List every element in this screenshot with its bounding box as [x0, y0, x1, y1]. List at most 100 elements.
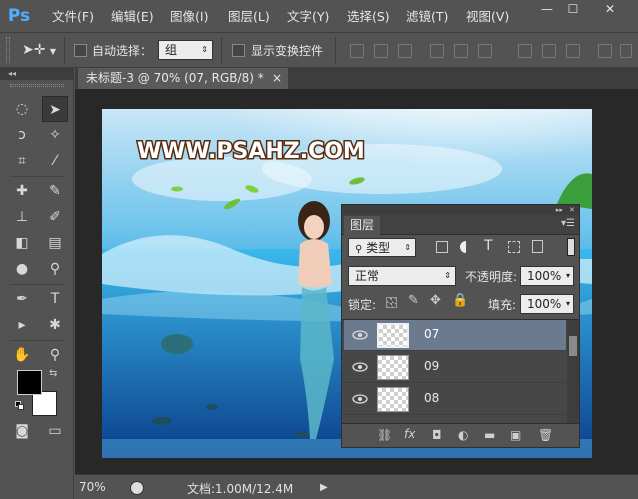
gradient-tool-icon[interactable]: ▤ [42, 230, 68, 256]
layer-name[interactable]: 09 [424, 359, 439, 373]
lock-all-icon[interactable]: 🔒 [452, 293, 468, 308]
close-tab-icon[interactable]: × [272, 68, 282, 89]
new-layer-icon[interactable]: ▣ [510, 428, 521, 442]
brush-tool-icon[interactable]: ✎ [42, 178, 68, 204]
close-button[interactable]: ✕ [588, 1, 632, 18]
status-menu-arrow-icon[interactable]: ▶ [320, 479, 334, 496]
collapse-panel-icon[interactable]: ▸▸ [556, 206, 563, 214]
layer-row[interactable]: 08 [344, 384, 566, 415]
blur-tool-icon[interactable]: ● [9, 256, 35, 282]
auto-select-dropdown[interactable]: 组 ⇕ [158, 40, 213, 60]
status-bar: 70% 文档:1.00M/12.4M ▶ [75, 474, 638, 499]
dodge-tool-icon[interactable]: ⚲ [42, 256, 68, 282]
align-vcenter-icon[interactable] [374, 44, 388, 58]
custom-shape-tool-icon[interactable]: ✱ [42, 312, 68, 338]
layer-name[interactable]: 08 [424, 391, 439, 405]
adjustment-filter-icon[interactable] [460, 241, 472, 253]
photoshop-logo: Ps [7, 6, 31, 26]
show-transform-checkbox[interactable] [232, 44, 245, 57]
layer-list-scrollbar[interactable] [567, 320, 579, 423]
type-tool-icon[interactable]: T [42, 286, 68, 312]
align-top-icon[interactable] [350, 44, 364, 58]
smart-object-filter-icon[interactable] [532, 240, 543, 253]
panel-menu-icon[interactable]: ▾☰ [561, 218, 575, 229]
marquee-tool-icon[interactable]: ◌ [9, 96, 35, 122]
default-colors-icon[interactable] [15, 401, 25, 411]
foreground-color-swatch[interactable] [17, 370, 42, 395]
shape-filter-icon[interactable] [508, 241, 520, 253]
scrollbar-thumb[interactable] [569, 336, 577, 356]
path-selection-tool-icon[interactable]: ▸ [9, 312, 35, 338]
eyedropper-tool-icon[interactable]: ⁄ [42, 148, 68, 174]
distribute-left-icon[interactable] [598, 44, 612, 58]
move-tool-preset-icon[interactable]: ➤✛ ▼ [22, 40, 62, 60]
zoom-level[interactable]: 70% [79, 480, 115, 494]
adjustment-layer-icon[interactable]: ◐ [458, 428, 468, 442]
layer-row[interactable]: 09 [344, 352, 566, 383]
document-tab[interactable]: 未标题-3 @ 70% (07, RGB/8) * × [78, 68, 288, 89]
align-left-icon[interactable] [430, 44, 444, 58]
lock-pixels-icon[interactable]: ✎ [408, 293, 419, 308]
blend-mode-dropdown[interactable]: 正常 ⇕ [348, 266, 456, 286]
screen-mode-icon[interactable]: ▭ [42, 418, 68, 444]
close-panel-icon[interactable]: ✕ [569, 206, 575, 214]
eraser-tool-icon[interactable]: ◧ [9, 230, 35, 256]
visibility-eye-icon[interactable] [352, 393, 368, 405]
menu-file[interactable]: 文件(F) [52, 8, 94, 26]
distribute-hcenter-icon[interactable] [620, 44, 632, 58]
hand-tool-icon[interactable]: ✋ [9, 342, 35, 368]
link-layers-icon[interactable]: ⛓ [377, 428, 392, 442]
history-brush-tool-icon[interactable]: ✐ [42, 204, 68, 230]
collapse-icon[interactable]: ◂◂ [0, 68, 74, 80]
magic-wand-tool-icon[interactable]: ✧ [42, 122, 68, 148]
opacity-field[interactable]: 100% ▾ [520, 266, 574, 286]
layer-row[interactable]: 07 [344, 320, 566, 351]
layer-filter-dropdown[interactable]: ⚲ 类型 ⇕ [348, 238, 416, 257]
align-hcenter-icon[interactable] [454, 44, 468, 58]
menu-select[interactable]: 选择(S) [347, 8, 390, 26]
search-icon: ⚲ [355, 244, 363, 255]
menu-edit[interactable]: 编辑(E) [111, 8, 154, 26]
menu-layer[interactable]: 图层(L) [228, 8, 270, 26]
delete-layer-icon[interactable]: 🗑 [538, 428, 553, 442]
minimize-button[interactable]: — [535, 1, 559, 18]
divider [64, 37, 65, 64]
filter-toggle[interactable] [567, 238, 575, 256]
layer-name[interactable]: 07 [424, 327, 439, 341]
visibility-eye-icon[interactable] [352, 329, 368, 341]
menu-bar: Ps 文件(F) 编辑(E) 图像(I) 图层(L) 文字(Y) 选择(S) 滤… [0, 0, 638, 32]
menu-type[interactable]: 文字(Y) [287, 8, 329, 26]
align-right-icon[interactable] [478, 44, 492, 58]
zoom-tool-icon[interactable]: ⚲ [42, 342, 68, 368]
visibility-eye-icon[interactable] [352, 361, 368, 373]
distribute-bottom-icon[interactable] [566, 44, 580, 58]
distribute-top-icon[interactable] [518, 44, 532, 58]
lock-transparent-icon[interactable] [386, 297, 397, 308]
menu-view[interactable]: 视图(V) [466, 8, 509, 26]
clone-stamp-tool-icon[interactable]: ⊥ [9, 204, 35, 230]
crop-tool-icon[interactable]: ⌗ [9, 148, 35, 174]
new-group-icon[interactable]: ▬ [484, 428, 495, 442]
auto-select-checkbox[interactable] [74, 44, 87, 57]
lasso-tool-icon[interactable]: ↄ [9, 122, 35, 148]
menu-filter[interactable]: 滤镜(T) [406, 8, 448, 26]
pen-tool-icon[interactable]: ✒ [9, 286, 35, 312]
status-info-icon[interactable] [130, 481, 144, 495]
align-bottom-icon[interactable] [398, 44, 412, 58]
fx-icon[interactable]: fx [404, 427, 415, 441]
fill-field[interactable]: 100% ▾ [520, 294, 574, 314]
pixel-filter-icon[interactable] [436, 241, 448, 253]
lock-position-icon[interactable]: ✥ [430, 293, 441, 308]
quick-mask-icon[interactable]: ◙ [9, 418, 35, 444]
restore-button[interactable]: ☐ [561, 1, 585, 18]
distribute-vcenter-icon[interactable] [542, 44, 556, 58]
menu-image[interactable]: 图像(I) [170, 8, 208, 26]
chevron-down-icon: ▾ [565, 299, 570, 308]
add-mask-icon[interactable]: ◘ [432, 428, 442, 442]
chevron-updown-icon: ⇕ [444, 271, 451, 280]
type-filter-icon[interactable]: T [484, 238, 493, 254]
move-tool-icon[interactable]: ➤ [42, 96, 68, 122]
layers-tab[interactable]: 图层 [344, 216, 380, 235]
swap-colors-icon[interactable]: ⇆ [49, 368, 61, 380]
healing-brush-tool-icon[interactable]: ✚ [9, 178, 35, 204]
